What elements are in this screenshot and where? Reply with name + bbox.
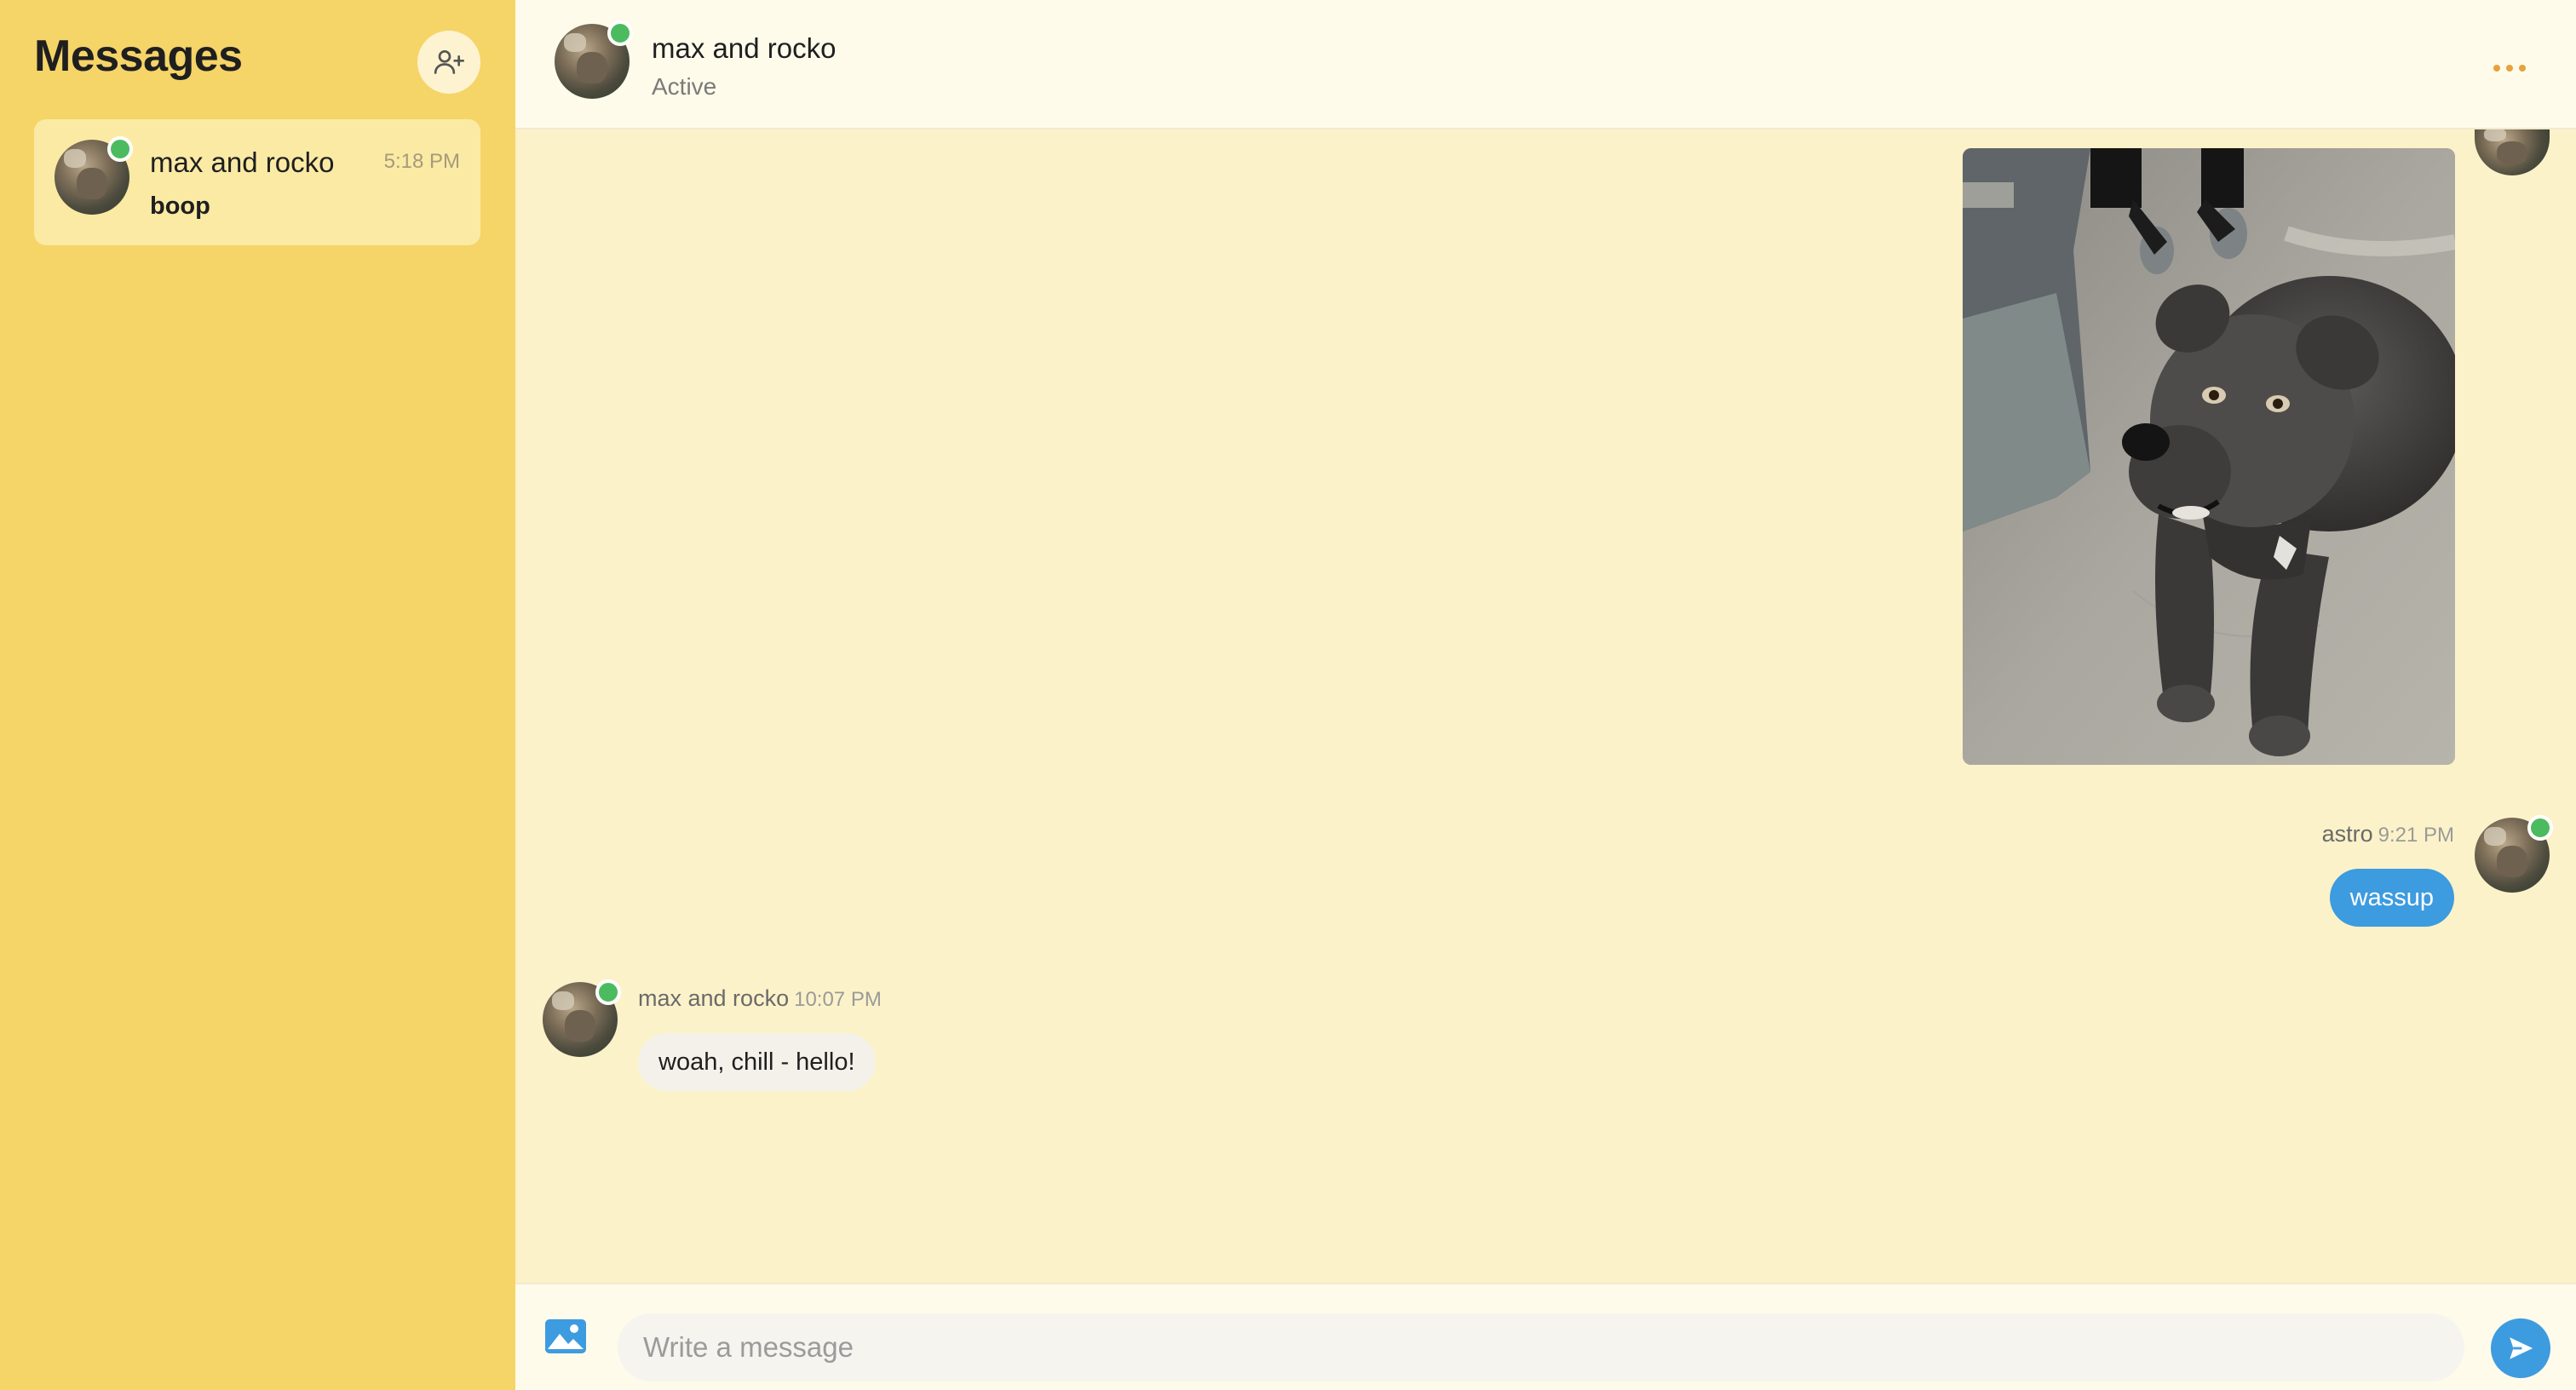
send-button[interactable] — [2491, 1318, 2550, 1378]
more-options-button[interactable] — [2484, 51, 2535, 85]
image-icon — [545, 1319, 586, 1353]
sidebar: Messages max and rocko 5:18 PM boop — [0, 0, 515, 1390]
message-sender: max and rocko — [638, 985, 790, 1011]
chat-contact-name: max and rocko — [652, 32, 837, 64]
messaging-app: Messages max and rocko 5:18 PM boop max … — [0, 0, 2576, 1390]
message-composer — [515, 1283, 2576, 1390]
new-chat-button[interactable] — [417, 31, 480, 94]
image-message[interactable] — [1963, 148, 2455, 765]
avatar — [2475, 129, 2550, 175]
online-indicator — [2527, 815, 2553, 841]
sidebar-title: Messages — [34, 32, 243, 81]
message-input[interactable] — [618, 1313, 2464, 1381]
message-time: 10:07 PM — [794, 988, 882, 1011]
message-sender: astro — [2321, 821, 2373, 847]
online-indicator — [595, 979, 621, 1005]
conversation-preview: boop — [150, 192, 210, 220]
conversation-item[interactable]: max and rocko 5:18 PM boop — [34, 119, 480, 245]
more-horizontal-icon — [2493, 65, 2500, 72]
message-meta: max and rocko 10:07 PM — [638, 985, 882, 1012]
incoming-message-bubble[interactable]: woah, chill - hello! — [638, 1033, 876, 1091]
online-indicator — [607, 20, 633, 46]
chat-header: max and rocko Active — [515, 0, 2576, 129]
conversation-time: 5:18 PM — [383, 150, 460, 173]
message-time: 9:21 PM — [2378, 824, 2454, 847]
dog-photo-icon — [1963, 148, 2455, 765]
chat-contact-status: Active — [652, 73, 717, 100]
attach-image-button[interactable] — [544, 1318, 587, 1354]
outgoing-message-bubble[interactable]: wassup — [2329, 869, 2454, 927]
online-indicator — [107, 136, 133, 162]
message-list: astro 9:21 PM wassup max and rocko 10:07 P… — [515, 129, 2576, 1283]
send-icon — [2510, 1337, 2533, 1359]
add-user-icon — [434, 50, 464, 74]
message-meta: astro 9:21 PM — [2322, 821, 2454, 847]
conversation-name: max and rocko — [150, 146, 335, 178]
